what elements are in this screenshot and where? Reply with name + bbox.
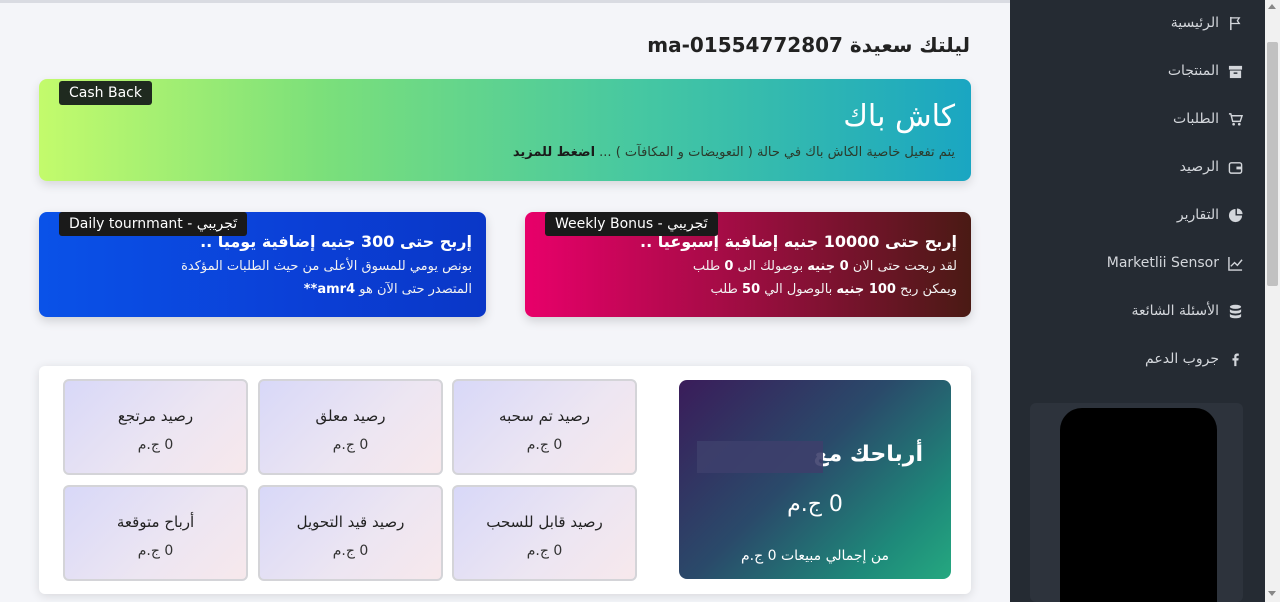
weekly-line1-c: بوصولك الى xyxy=(733,259,808,274)
tile-value: 0 ج.م xyxy=(332,543,369,559)
balance-tile-returned: رصيد مرتجع 0 ج.م xyxy=(63,379,248,475)
cart-icon xyxy=(1227,111,1243,127)
tile-label: رصيد قيد التحويل xyxy=(296,513,405,531)
weekly-bonus-progress: لقد ربحت حتى الان 0 جنيه بوصولك الى 0 طل… xyxy=(693,259,957,274)
sidebar-item-products[interactable]: المنتجات xyxy=(1168,59,1243,83)
weekly-line2-a: ويمكن ربح xyxy=(895,282,957,297)
sidebar-item-balance[interactable]: الرصيد xyxy=(1180,155,1243,179)
balance-tile-expected: أرباح متوقعة 0 ج.م xyxy=(63,485,248,581)
greeting-title: ليلتك سعيدة ma-01554772807 xyxy=(647,33,970,57)
facebook-icon xyxy=(1227,351,1243,367)
weekly-line2-e: طلب xyxy=(710,282,743,297)
balance-tile-transferring: رصيد قيد التحويل 0 ج.م xyxy=(258,485,443,581)
sidebar-item-label: المنتجات xyxy=(1167,63,1219,79)
tile-label: رصيد تم سحبه xyxy=(499,407,590,425)
tile-value: 0 ج.م xyxy=(332,437,369,453)
sidebar-item-label: الطلبات xyxy=(1173,111,1219,127)
tile-value: 0 ج.م xyxy=(526,437,563,453)
weekly-line1-e: طلب xyxy=(692,259,725,274)
main-content: ليلتك سعيدة ma-01554772807 Cash Back كاش… xyxy=(0,0,1010,602)
database-icon xyxy=(1227,303,1243,319)
sidebar-item-orders[interactable]: الطلبات xyxy=(1173,107,1243,131)
sidebar-item-label: الرصيد xyxy=(1179,159,1219,175)
daily-tournament-badge: Daily tournmant - تَجريبي xyxy=(59,212,248,236)
tile-label: رصيد قابل للسحب xyxy=(486,513,603,531)
sidebar-item-marketlii-sensor[interactable]: Marketlii Sensor xyxy=(1107,251,1243,275)
archive-icon xyxy=(1227,63,1243,79)
earnings-brand-mask xyxy=(697,441,823,473)
weekly-line1-b: 0 جنيه xyxy=(807,259,849,274)
tile-label: أرباح متوقعة xyxy=(116,513,195,531)
pie-chart-icon xyxy=(1227,207,1243,223)
daily-tournament-desc: بونص يومي للمسوق الأعلى من حيث الطلبات ا… xyxy=(181,259,472,274)
balance-tile-withdrawn: رصيد تم سحبه 0 ج.م xyxy=(452,379,637,475)
weekly-bonus-target: ويمكن ربح 100 جنيه بالوصول الي 50 طلب xyxy=(710,282,957,297)
earnings-amount: 0 ج.م xyxy=(787,492,843,517)
sidebar-promo-card xyxy=(1030,403,1243,602)
line-chart-icon xyxy=(1227,255,1243,271)
sidebar-item-label: التقارير xyxy=(1176,207,1219,223)
daily-leader-name: amr4** xyxy=(303,282,356,297)
promo-image xyxy=(1060,408,1217,602)
balances-panel: أرباحك مع 0 ج.م من إجمالي مبيعات 0 ج.م ر… xyxy=(39,366,971,594)
sidebar-item-support-group[interactable]: جروب الدعم xyxy=(1145,347,1243,371)
weekly-bonus-badge: Weekly Bonus - تَجريبي xyxy=(545,212,718,236)
scroll-thumb[interactable] xyxy=(1267,42,1278,286)
daily-tournament-leader: المتصدر حتى الآن هو amr4** xyxy=(304,282,472,297)
cashback-description: يتم تفعيل خاصية الكاش باك في حالة ( التع… xyxy=(513,145,955,160)
tile-value: 0 ج.م xyxy=(526,543,563,559)
earnings-card: أرباحك مع 0 ج.م من إجمالي مبيعات 0 ج.م xyxy=(679,380,951,579)
weekly-line2-c: بالوصول الي xyxy=(760,282,837,297)
flag-icon xyxy=(1227,15,1243,31)
cashback-title: كاش باك xyxy=(843,99,955,134)
page-scrollbar[interactable] xyxy=(1265,0,1280,602)
wallet-icon xyxy=(1227,159,1243,175)
weekly-bonus-card: إربح حتى 10000 جنيه إضافية إسبوعيا .. لق… xyxy=(525,212,971,317)
earnings-title: أرباحك مع xyxy=(813,442,923,467)
daily-tournament-card: إربح حتى 300 جنيه إضافية يوميا .. بونص ي… xyxy=(39,212,486,317)
tile-value: 0 ج.م xyxy=(137,437,174,453)
sidebar-item-label: Marketlii Sensor xyxy=(1106,255,1219,271)
sidebar-item-faq[interactable]: الأسئلة الشائعة xyxy=(1132,299,1244,323)
cashback-badge: Cash Back xyxy=(59,81,152,105)
sidebar: الرئيسية المنتجات الطلبات الرصيد التقاري… xyxy=(1010,0,1265,602)
weekly-line2-d: 50 xyxy=(742,282,761,297)
tile-label: رصيد معلق xyxy=(315,407,386,425)
sidebar-item-home[interactable]: الرئيسية xyxy=(1171,11,1243,35)
balance-tile-pending: رصيد معلق 0 ج.م xyxy=(258,379,443,475)
sidebar-item-label: جروب الدعم xyxy=(1145,351,1219,367)
sidebar-item-reports[interactable]: التقارير xyxy=(1177,203,1243,227)
weekly-line1-a: لقد ربحت حتى الان xyxy=(848,259,957,274)
sidebar-item-label: الأسئلة الشائعة xyxy=(1131,303,1220,319)
weekly-line2-b: 100 جنيه xyxy=(836,282,896,297)
tile-label: رصيد مرتجع xyxy=(117,407,194,425)
daily-leader-prefix: المتصدر حتى الآن هو xyxy=(355,282,472,297)
tile-value: 0 ج.م xyxy=(137,543,174,559)
cashback-desc-text: يتم تفعيل خاصية الكاش باك في حالة ( التع… xyxy=(595,145,955,160)
earnings-total-sales: من إجمالي مبيعات 0 ج.م xyxy=(740,548,890,564)
cashback-banner[interactable]: Cash Back كاش باك يتم تفعيل خاصية الكاش … xyxy=(39,79,971,181)
sidebar-item-label: الرئيسية xyxy=(1170,15,1219,31)
cashback-more-link[interactable]: اضغط للمزيد xyxy=(513,145,595,160)
scroll-down-icon[interactable] xyxy=(1268,591,1276,596)
balance-tile-withdrawable: رصيد قابل للسحب 0 ج.م xyxy=(452,485,637,581)
scroll-up-icon[interactable] xyxy=(1268,4,1276,9)
